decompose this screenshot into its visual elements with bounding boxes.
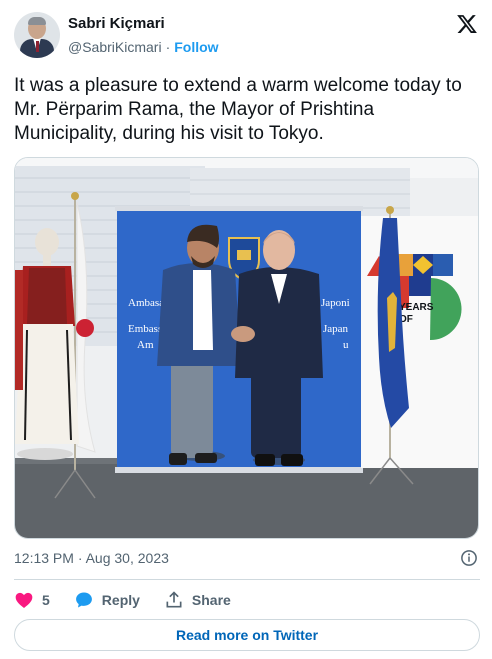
follow-link[interactable]: Follow <box>174 39 218 55</box>
banner-text-1b: Japoni <box>321 297 350 309</box>
reply-button[interactable]: Reply <box>74 590 140 610</box>
action-bar: 5 Reply Share <box>14 587 255 613</box>
like-button[interactable]: 5 <box>14 590 50 610</box>
divider <box>14 579 480 580</box>
x-logo-icon[interactable] <box>456 13 478 35</box>
user-handle[interactable]: @SabriKicmari <box>68 39 162 55</box>
like-count: 5 <box>42 592 50 608</box>
banner-text-1a: Ambasa <box>128 297 164 309</box>
info-icon[interactable] <box>460 549 478 567</box>
banner-text-2b: Japan <box>323 323 349 335</box>
banner-text-2a: Embass <box>128 323 162 335</box>
tweet-card: Sabri Kiçmari @SabriKicmari · Follow It … <box>0 0 492 659</box>
avatar[interactable] <box>14 12 60 58</box>
timestamp-row: 12:13 PM · Aug 30, 2023 <box>14 548 480 570</box>
display-name[interactable]: Sabri Kiçmari <box>68 15 165 32</box>
reply-bubble-icon <box>75 592 92 608</box>
share-icon <box>166 591 182 608</box>
share-button[interactable]: Share <box>164 590 231 610</box>
tweet-photo[interactable]: Ambasa Japoni Embass Japan Am u YEARS OF <box>14 157 479 539</box>
photo-scene: Ambasa Japoni Embass Japan Am u YEARS OF <box>15 158 478 538</box>
timestamp-link[interactable]: 12:13 PM · Aug 30, 2023 <box>14 550 169 566</box>
banner-text-3a: Am <box>137 339 154 351</box>
heart-icon <box>15 592 33 608</box>
read-more-button[interactable]: Read more on Twitter <box>14 619 480 651</box>
banner-text-3b: u <box>343 339 349 351</box>
poster-years-text: YEARS <box>399 302 434 313</box>
share-label: Share <box>191 592 231 608</box>
tweet-text: It was a pleasure to extend a warm welco… <box>14 75 462 144</box>
reply-label: Reply <box>101 592 140 608</box>
handle-row: @SabriKicmari · Follow <box>68 39 219 55</box>
separator-dot: · <box>165 39 171 55</box>
